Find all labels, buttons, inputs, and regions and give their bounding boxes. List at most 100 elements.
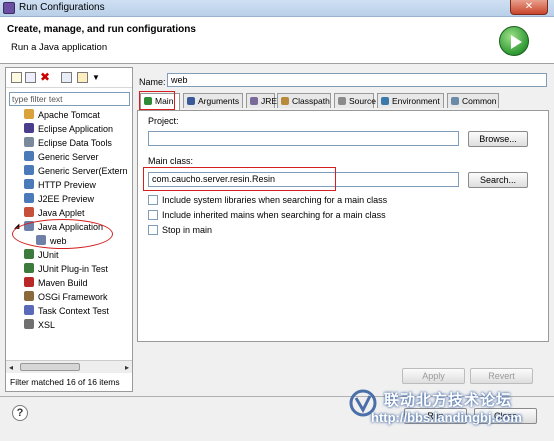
tree-item-label: JUnit [38, 250, 59, 260]
scroll-right-icon[interactable]: ▸ [125, 363, 129, 372]
tree-item[interactable]: Generic Server [24, 150, 99, 164]
task-icon [24, 305, 34, 315]
environment-icon [381, 97, 389, 105]
main-class-highlight [143, 167, 336, 191]
eclipse-window-icon [3, 2, 15, 14]
checkbox-box[interactable] [148, 210, 158, 220]
filter-input[interactable]: type filter text [9, 92, 130, 106]
window-close-button[interactable]: ✕ [510, 0, 548, 15]
duplicate-config-icon[interactable] [25, 72, 36, 83]
configuration-editor: Name: web Main Arguments JRE Classpath Sourc… [137, 67, 549, 392]
search-button[interactable]: Search... [468, 172, 528, 188]
tree-item-label: JUnit Plug-in Test [38, 264, 108, 274]
tree-item[interactable]: Eclipse Data Tools [24, 136, 112, 150]
name-label: Name: [139, 77, 166, 87]
checkbox-box[interactable] [148, 195, 158, 205]
jre-icon [250, 97, 258, 105]
window-title: Run Configurations [19, 2, 105, 13]
watermark-cn-text: 联动北方技术论坛 [384, 392, 513, 409]
tree-item[interactable]: HTTP Preview [24, 178, 96, 192]
option-checkbox[interactable]: Include system libraries when searching … [148, 194, 387, 206]
tab-common[interactable]: Common [447, 93, 499, 108]
tree-item-label: Task Context Test [38, 306, 109, 316]
option-checkbox[interactable]: Include inherited mains when searching f… [148, 209, 386, 221]
tree-item[interactable]: Maven Build [24, 276, 88, 290]
common-icon [451, 97, 459, 105]
tree-item[interactable]: XSL [24, 318, 55, 332]
junit-plugin-icon [24, 263, 34, 273]
tab-label: Environment [392, 96, 440, 106]
eclipse-icon [24, 123, 34, 133]
option-checkbox[interactable]: Stop in main [148, 224, 212, 236]
tree-item[interactable]: J2EE Preview [24, 192, 94, 206]
tree-item-label: J2EE Preview [38, 194, 95, 204]
name-field[interactable]: web [167, 73, 547, 87]
tree-horizontal-scrollbar[interactable]: ◂ ▸ [6, 360, 132, 373]
server-icon [24, 165, 34, 175]
tree-item-label: Java Applet [38, 208, 85, 218]
tree-item[interactable]: Generic Server(Extern [24, 164, 128, 178]
tree-item-label: XSL [38, 320, 56, 330]
tree-item[interactable]: Task Context Test [24, 304, 109, 318]
new-config-icon[interactable] [11, 72, 22, 83]
tree-item[interactable]: Eclipse Application [24, 122, 113, 136]
tree-item-label: Generic Server(Extern [38, 166, 128, 176]
checkbox-box[interactable] [148, 225, 158, 235]
title-bar: Run Configurations ✕ [0, 0, 554, 17]
main-class-label: Main class: [148, 156, 194, 166]
watermark-url-text: http://bbs.landingbj.com [371, 410, 522, 425]
tree-item[interactable]: OSGi Framework [24, 290, 108, 304]
scroll-left-icon[interactable]: ◂ [9, 363, 13, 372]
tab-label: Source [349, 96, 376, 106]
osgi-icon [24, 291, 34, 301]
tree-item[interactable]: JUnit [24, 248, 59, 262]
project-field[interactable] [148, 131, 459, 146]
delete-config-icon[interactable]: ✖ [40, 71, 51, 83]
tab-environment[interactable]: Environment [377, 93, 444, 108]
dialog-subtitle: Run a Java application [11, 42, 108, 53]
revert-button[interactable]: Revert [470, 368, 533, 384]
tree-item-label: Eclipse Application [38, 124, 114, 134]
config-toolbar: ✖ ▼ [6, 68, 132, 88]
tab-arguments[interactable]: Arguments [183, 93, 243, 108]
tab-jre[interactable]: JRE [246, 93, 278, 108]
browse-button[interactable]: Browse... [468, 131, 528, 147]
arguments-icon [187, 97, 195, 105]
tab-label: Arguments [198, 96, 240, 106]
tree-item[interactable]: Java Applet [24, 206, 85, 220]
tomcat-icon [24, 109, 34, 119]
view-menu-chevron-icon[interactable]: ▼ [92, 72, 103, 83]
tree-item[interactable]: JUnit Plug-in Test [24, 262, 108, 276]
dialog-banner: Create, manage, and run configurations R… [0, 17, 554, 64]
server-icon [24, 193, 34, 203]
tab-source[interactable]: Source [334, 93, 376, 108]
xsl-icon [24, 319, 34, 329]
tab-label: Classpath [292, 96, 330, 106]
collapse-all-icon[interactable] [61, 72, 72, 83]
tab-label: JRE [261, 96, 278, 106]
scroll-thumb[interactable] [20, 363, 80, 371]
help-icon[interactable]: ? [12, 405, 28, 421]
tree-item[interactable]: Apache Tomcat [24, 108, 100, 122]
source-icon [338, 97, 346, 105]
main-tab-highlight [139, 91, 175, 110]
tree-item-label: Eclipse Data Tools [38, 138, 112, 148]
apply-button[interactable]: Apply [402, 368, 465, 384]
project-label: Project: [148, 116, 179, 126]
config-tabs: Main Arguments JRE Classpath Source Environme… [137, 93, 549, 110]
java-application-highlight [12, 219, 113, 249]
classpath-icon [281, 97, 289, 105]
applet-icon [24, 207, 34, 217]
run-play-icon [499, 26, 529, 56]
option-label: Include system libraries when searching … [162, 195, 388, 205]
tree-item-label: HTTP Preview [38, 180, 96, 190]
filter-config-icon[interactable] [77, 72, 88, 83]
server-icon [24, 151, 34, 161]
tab-label: Common [462, 96, 497, 106]
tree-item-label: Apache Tomcat [38, 110, 100, 120]
option-label: Include inherited mains when searching f… [162, 210, 386, 220]
tree-item-label: OSGi Framework [38, 292, 108, 302]
tab-classpath[interactable]: Classpath [277, 93, 331, 108]
option-label: Stop in main [162, 225, 213, 235]
dialog-heading: Create, manage, and run configurations [7, 24, 196, 35]
